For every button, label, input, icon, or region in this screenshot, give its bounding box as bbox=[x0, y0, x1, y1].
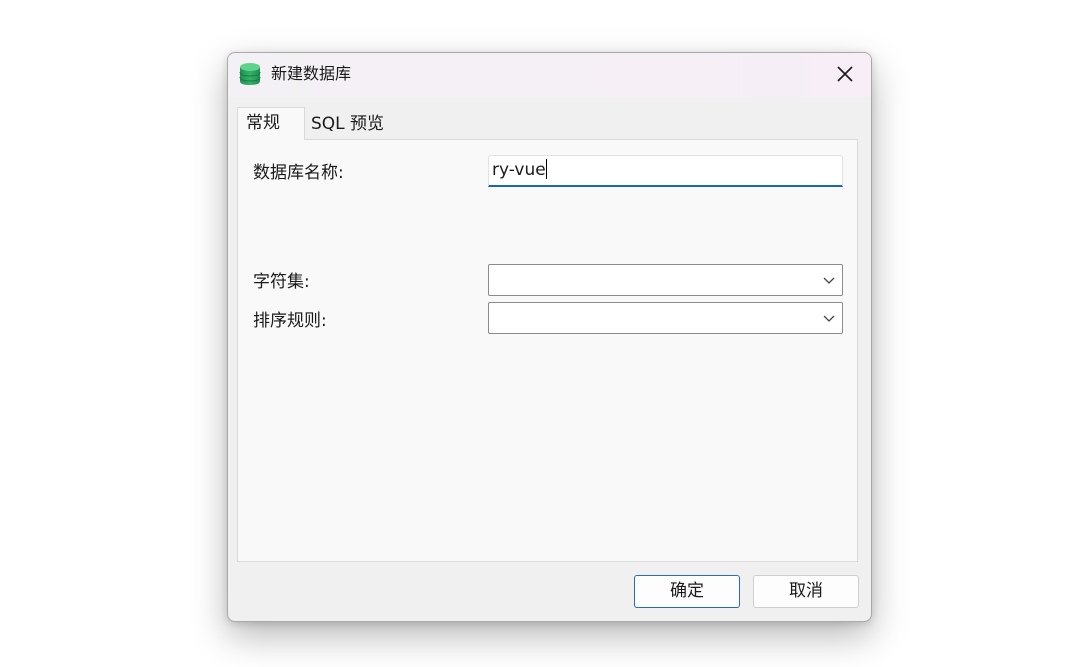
db-name-value: ry-vue bbox=[492, 160, 546, 180]
db-name-input[interactable]: ry-vue bbox=[488, 155, 843, 187]
title-bar: 新建数据库 bbox=[228, 53, 871, 97]
text-caret bbox=[545, 158, 547, 179]
close-icon bbox=[837, 66, 853, 82]
tab-sql-preview[interactable]: SQL 预览 bbox=[305, 110, 395, 139]
close-button[interactable] bbox=[827, 59, 863, 89]
database-icon bbox=[239, 62, 261, 86]
general-panel: 数据库名称: ry-vue 字符集: 排序规则: bbox=[237, 139, 858, 562]
charset-select[interactable] bbox=[488, 264, 843, 296]
collation-select[interactable] bbox=[488, 302, 843, 334]
new-database-dialog: 新建数据库 常规 SQL 预览 数据库名称: ry-vue 字符集: 排序规则: bbox=[227, 52, 872, 622]
chevron-down-icon bbox=[823, 277, 835, 284]
cancel-button[interactable]: 取消 bbox=[753, 575, 859, 608]
charset-label: 字符集: bbox=[253, 272, 310, 292]
ok-button[interactable]: 确定 bbox=[634, 575, 740, 608]
dialog-title: 新建数据库 bbox=[271, 64, 352, 83]
chevron-down-icon bbox=[823, 315, 835, 322]
tab-general[interactable]: 常规 bbox=[237, 107, 305, 140]
collation-label: 排序规则: bbox=[253, 311, 327, 331]
db-name-label: 数据库名称: bbox=[253, 163, 344, 183]
